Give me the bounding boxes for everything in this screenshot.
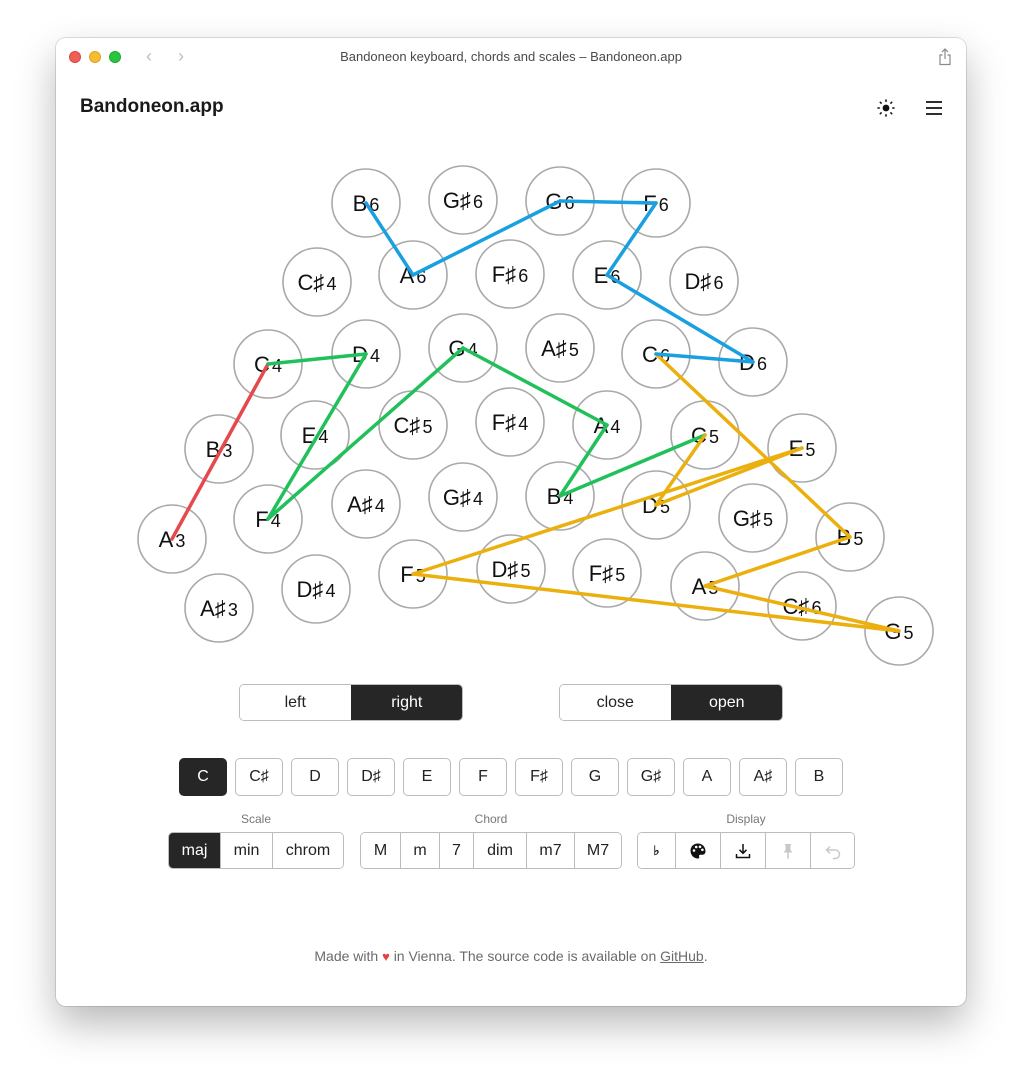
key-label: F♯ 4 (492, 410, 528, 435)
root-note-button[interactable]: F (459, 758, 507, 796)
footer-suffix: . (703, 948, 708, 964)
key-button[interactable]: A♯ 4 (331, 469, 401, 539)
key-button[interactable]: C♯ 5 (378, 390, 448, 460)
side-left-button[interactable]: left (240, 685, 351, 720)
root-note-button[interactable]: G (571, 758, 619, 796)
root-note-button[interactable]: E (403, 758, 451, 796)
key-button[interactable]: B3 (184, 414, 254, 484)
pin-button[interactable] (765, 833, 810, 868)
side-toggle: left right (239, 684, 463, 721)
key-label: A♯ 3 (200, 596, 238, 621)
root-note-button[interactable]: F♯ (515, 758, 563, 796)
side-right-button[interactable]: right (350, 685, 462, 720)
root-note-button[interactable]: C (179, 758, 227, 796)
browser-window: ‹ › Bandoneon keyboard, chords and scale… (56, 38, 966, 1006)
chord-label: Chord (474, 812, 508, 826)
key-label: G♯ 5 (733, 506, 773, 531)
undo-icon (825, 845, 840, 859)
key-button[interactable]: F♯ 6 (475, 239, 545, 309)
key-button[interactable]: A♯ 3 (184, 573, 254, 643)
key-label: A♯ 4 (347, 492, 385, 517)
key-button[interactable]: C♯ 4 (282, 247, 352, 317)
root-note-button[interactable]: C♯ (235, 758, 283, 796)
root-note-button[interactable]: B (795, 758, 843, 796)
display-label: Display (726, 812, 766, 826)
key-label: B3 (206, 437, 233, 462)
chord-minor-seventh-button[interactable]: m7 (526, 833, 574, 868)
scale-maj-button[interactable]: maj (169, 833, 220, 868)
direction-toggle: close open (559, 684, 783, 721)
display-options: ♭ (637, 832, 855, 869)
chord-selector: M m 7 dim m7 M7 (360, 832, 622, 869)
scale-chrom-button[interactable]: chrom (272, 833, 343, 868)
footer-prefix: Made with (314, 948, 379, 964)
scale-label: Scale (240, 812, 272, 826)
download-icon (735, 843, 751, 858)
root-note-button[interactable]: G♯ (627, 758, 675, 796)
root-note-button[interactable]: A (683, 758, 731, 796)
scale-min-button[interactable]: min (220, 833, 272, 868)
palette-icon (690, 843, 706, 858)
bandoneon-keyboard: B6G♯6G6F6C♯4A6F♯6E6D♯6C4D4G4A♯5C6D6B3E4C… (137, 165, 934, 666)
key-button[interactable]: G♯ 4 (428, 462, 498, 532)
key-label: F♯ 6 (492, 262, 528, 287)
direction-open-button[interactable]: open (670, 685, 782, 720)
scale-path-segment (558, 199, 658, 205)
chord-dim-button[interactable]: dim (473, 833, 526, 868)
key-button[interactable]: G♯ 6 (428, 165, 498, 235)
key-button[interactable]: F♯ 4 (475, 387, 545, 457)
flat-toggle-button[interactable]: ♭ (638, 833, 675, 868)
key-button[interactable]: D♯ 6 (669, 246, 739, 316)
root-note-button[interactable]: D (291, 758, 339, 796)
key-label: C♯ 4 (298, 270, 337, 295)
scale-selector: maj min chrom (168, 832, 344, 869)
key-label: G♯ 6 (443, 188, 483, 213)
github-link[interactable]: GitHub (660, 948, 704, 964)
key-button[interactable]: G♯ 5 (718, 483, 788, 553)
root-note-button[interactable]: A♯ (739, 758, 787, 796)
key-label: G♯ 4 (443, 485, 483, 510)
download-button[interactable] (720, 833, 765, 868)
direction-close-button[interactable]: close (560, 685, 671, 720)
key-label: D♯ 4 (297, 577, 336, 602)
key-button[interactable]: A♯ 5 (525, 313, 595, 383)
heart-icon: ♥ (382, 949, 390, 964)
pin-icon (783, 843, 793, 858)
palette-button[interactable] (675, 833, 720, 868)
key-button[interactable]: D♯ 5 (476, 534, 546, 604)
key-button[interactable]: D♯ 4 (281, 554, 351, 624)
key-label: F♯ 5 (589, 561, 625, 586)
footer-middle: in Vienna. The source code is available … (393, 948, 657, 964)
root-note-selector: C C♯ D D♯ E F F♯ G G♯ A A♯ B (179, 758, 843, 796)
key-button[interactable]: C♯6 (767, 571, 837, 641)
key-label: C♯ 5 (394, 413, 433, 438)
chord-seventh-button[interactable]: 7 (439, 833, 473, 868)
key-label: D♯ 6 (685, 269, 724, 294)
key-label: D♯ 5 (492, 557, 531, 582)
chord-minor-button[interactable]: m (400, 833, 439, 868)
undo-button[interactable] (810, 833, 854, 868)
root-note-button[interactable]: D♯ (347, 758, 395, 796)
chord-major-button[interactable]: M (361, 833, 400, 868)
chord-major-seventh-button[interactable]: M7 (574, 833, 621, 868)
key-label: A♯ 5 (541, 336, 579, 361)
footer: Made with ♥ in Vienna. The source code i… (56, 948, 966, 964)
